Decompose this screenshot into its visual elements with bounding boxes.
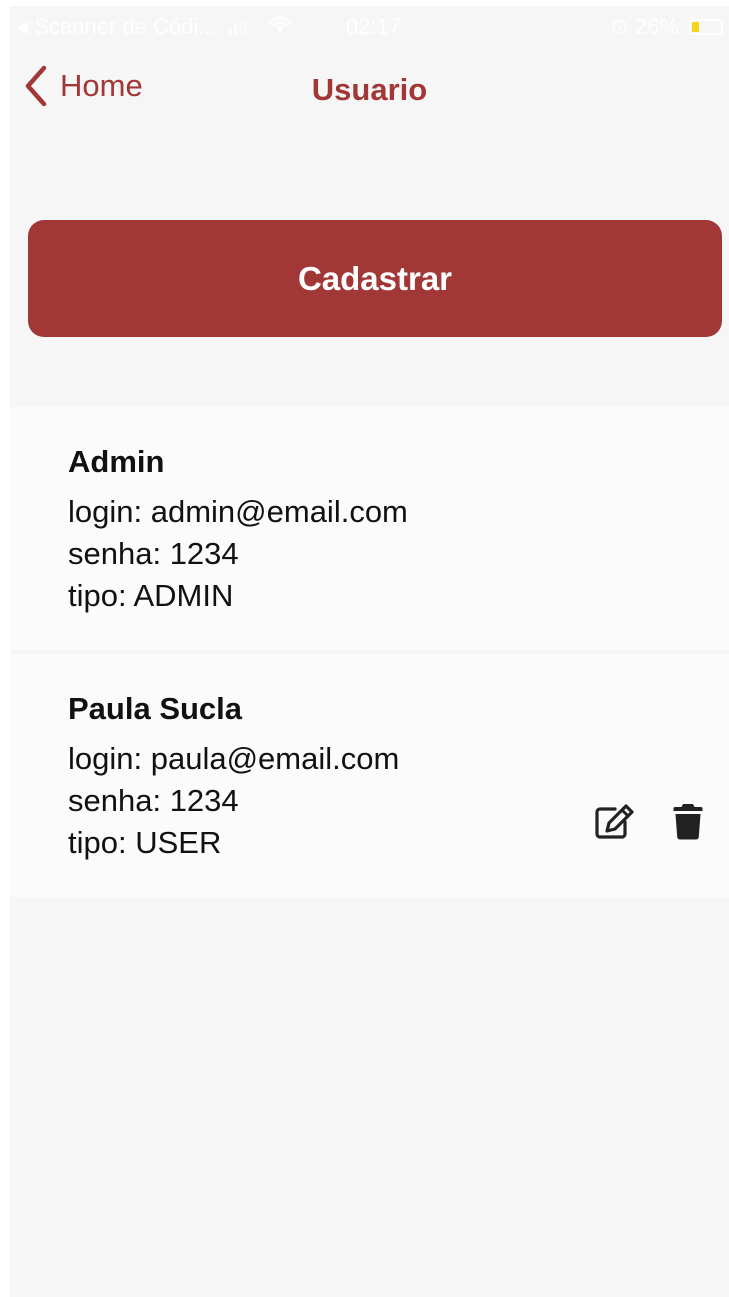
user-list-item-admin[interactable]: Admin login: admin@email.com senha: 1234… (10, 407, 729, 650)
battery-icon (689, 19, 723, 35)
user-password: senha: 1234 (68, 536, 239, 571)
battery-percent: 26% (634, 14, 679, 39)
back-triangle-icon: ◀ (16, 19, 29, 36)
user-type: tipo: USER (68, 825, 222, 860)
status-back-to-app[interactable]: ◀ Scanner de Códi... (16, 14, 293, 40)
user-password: senha: 1234 (68, 783, 239, 818)
status-right: ⊙ 26% (611, 14, 723, 40)
user-name: Paula Sucla (68, 691, 243, 726)
user-list-item-paula[interactable]: Paula Sucla login: paula@email.com senha… (10, 654, 729, 897)
user-info: Paula Sucla login: paula@email.com senha… (68, 690, 399, 864)
status-bar: ◀ Scanner de Códi... 02:17 ⊙ 26% (10, 6, 729, 46)
rotation-lock-icon: ⊙ (610, 14, 629, 39)
page-title: Usuario (311, 72, 428, 107)
trash-icon[interactable] (673, 802, 703, 845)
battery-level (692, 22, 699, 32)
user-name: Admin (68, 444, 165, 479)
user-actions (595, 802, 703, 845)
register-button[interactable]: Cadastrar (28, 220, 722, 337)
status-back-app-label: Scanner de Códi... (34, 14, 217, 39)
user-login: login: admin@email.com (68, 494, 408, 529)
signal-icon (228, 19, 247, 35)
navigation-bar: Home Usuario (10, 52, 729, 122)
user-info: Admin login: admin@email.com senha: 1234… (68, 443, 408, 617)
status-time: 02:17 (346, 14, 402, 39)
wifi-icon (267, 15, 293, 40)
user-login: login: paula@email.com (68, 741, 400, 776)
app-screen: ◀ Scanner de Códi... 02:17 ⊙ 26% Home Us… (10, 6, 729, 1297)
user-list: Admin login: admin@email.com senha: 1234… (10, 407, 729, 897)
user-type: tipo: ADMIN (68, 578, 234, 613)
edit-icon[interactable] (595, 803, 635, 844)
